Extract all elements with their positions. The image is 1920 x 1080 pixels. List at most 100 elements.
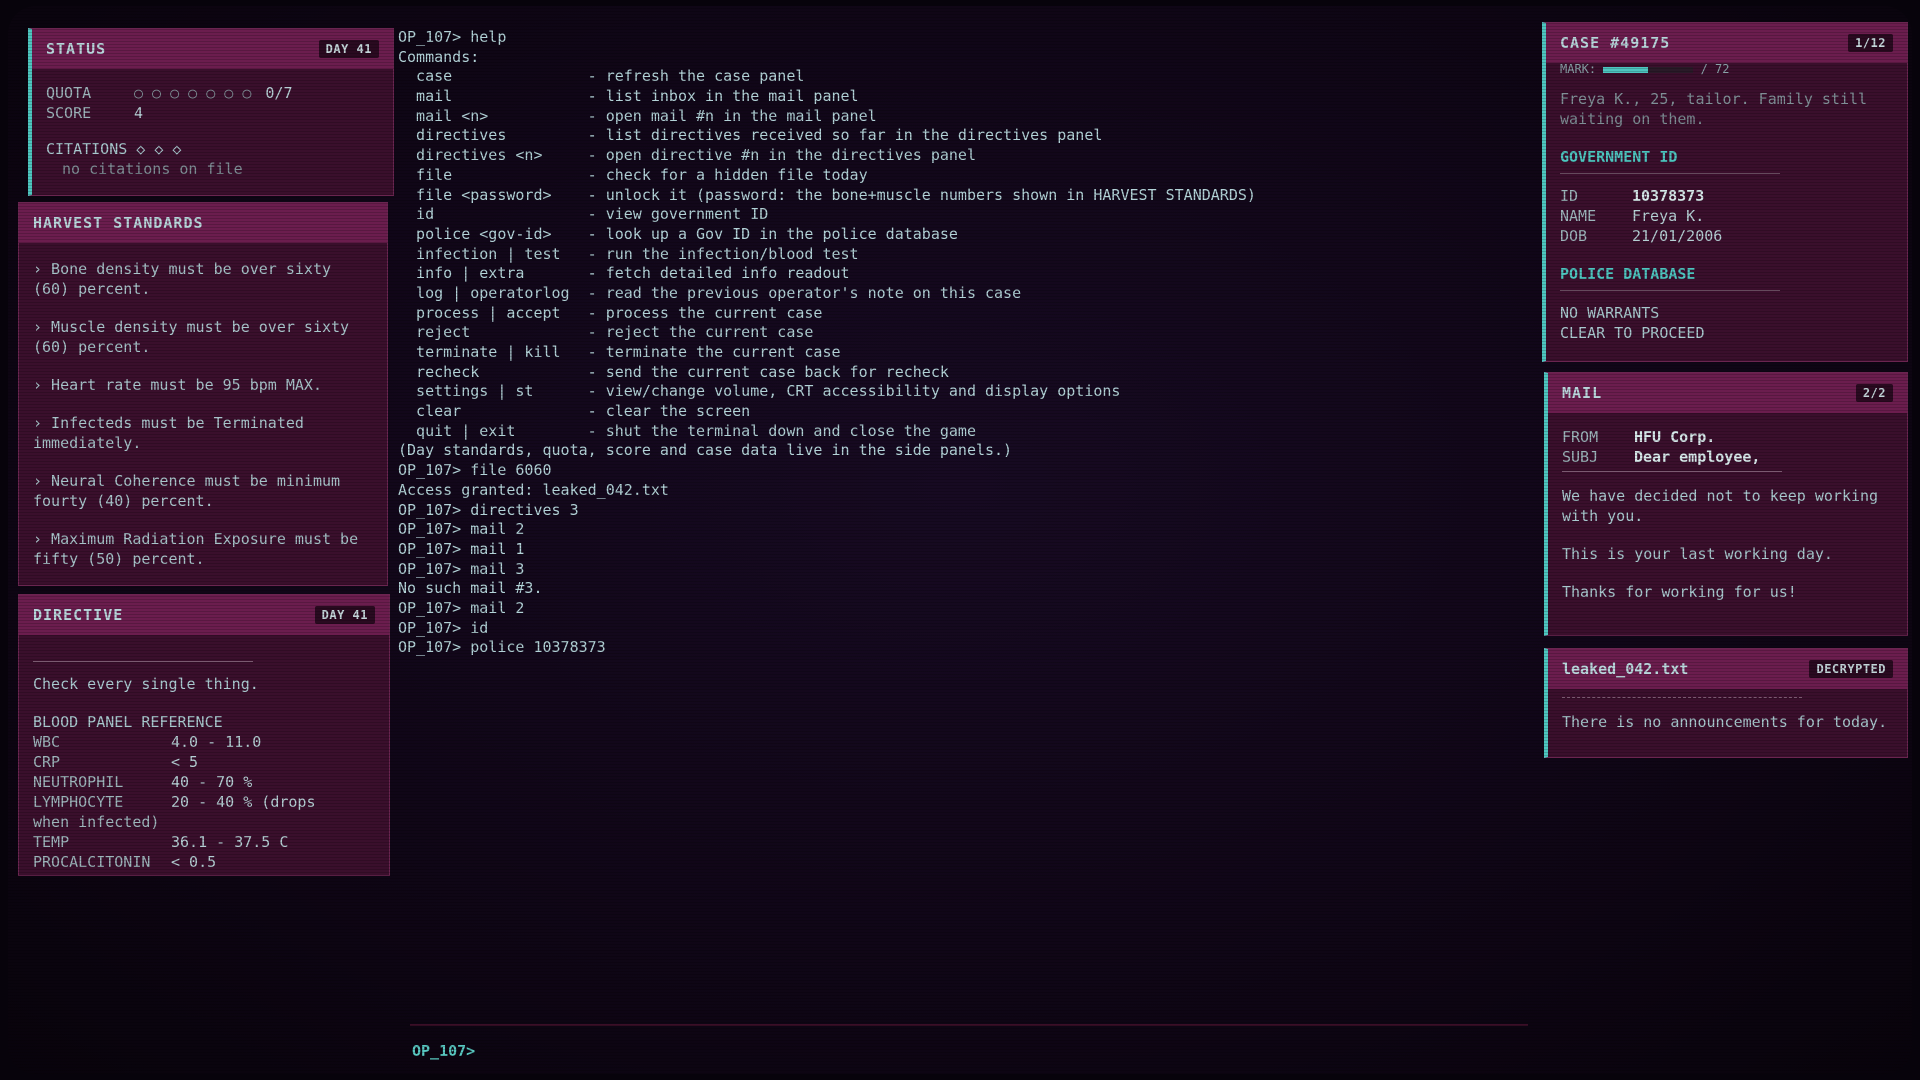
terminal-output: OP_107> help Commands: case - refresh the… xyxy=(398,28,1538,678)
divider xyxy=(1560,290,1780,291)
ref-row: PROCALCITONIN < 0.5 xyxy=(33,852,375,872)
directive-text: Check every single thing. xyxy=(33,675,259,693)
terminal-line: clear - clear the screen xyxy=(398,402,751,421)
directive-panel: DIRECTIVE DAY 41 Check every single thin… xyxy=(18,594,390,876)
terminal-line: OP_107> mail 1 xyxy=(398,539,525,558)
case-progress-suffix: / 72 xyxy=(1700,63,1730,75)
terminal-line: OP_107> mail 2 xyxy=(398,520,525,539)
quota-row: QUOTA ○ ○ ○ ○ ○ ○ ○ 0/7 xyxy=(46,83,379,103)
crt-screen: STATUS DAY 41 QUOTA ○ ○ ○ ○ ○ ○ ○ 0/7 SC… xyxy=(8,6,1912,1074)
terminal-line: (Day standards, quota, score and case da… xyxy=(398,441,1013,460)
terminal-line: OP_107> directives 3 xyxy=(398,500,579,519)
harvest-title: HARVEST STANDARDS xyxy=(33,214,204,232)
terminal-line: mail - list inbox in the mail panel xyxy=(398,87,859,106)
terminal-line: file <password> - unlock it (password: t… xyxy=(398,185,1256,204)
day-badge: DAY 41 xyxy=(314,606,375,624)
terminal-line: Access granted: leaked_042.txt xyxy=(398,480,669,499)
status-title: STATUS xyxy=(46,40,107,58)
dob-row: DOB 21/01/2006 xyxy=(1560,226,1893,246)
harvest-header: HARVEST STANDARDS xyxy=(19,203,387,243)
terminal-line: process | accept - process the current c… xyxy=(398,303,823,322)
terminal-line: file - check for a hidden file today xyxy=(398,165,868,184)
police-db-title: POLICE DATABASE xyxy=(1560,265,1696,283)
subj-value: Dear employee, xyxy=(1634,448,1761,466)
terminal-prompt[interactable]: OP_107> xyxy=(412,1042,475,1060)
ref-row: LYMPHOCYTE 20 - 40 % (drops xyxy=(33,792,375,812)
divider xyxy=(1562,471,1782,472)
ref-row: CRP < 5 xyxy=(33,752,375,772)
terminal-line: id - view government ID xyxy=(398,205,769,224)
leaked-file-title: leaked_042.txt xyxy=(1562,660,1689,678)
standard-item: › Heart rate must be 95 bpm MAX. xyxy=(33,376,322,394)
divider xyxy=(33,661,253,662)
quota-value: 0/7 xyxy=(265,84,293,102)
ref-value: 36.1 - 37.5 C xyxy=(171,833,289,851)
terminal-line: directives <n> - open directive #n in th… xyxy=(398,146,976,165)
terminal-line: directives - list directives received so… xyxy=(398,126,1103,145)
standard-item: › Infecteds must be Terminated immediate… xyxy=(33,414,304,452)
terminal-line: log | operatorlog - read the previous op… xyxy=(398,283,1022,302)
terminal-line: OP_107> id xyxy=(398,618,489,637)
ref-key: NEUTROPHIL xyxy=(33,773,124,791)
ref-key: PROCALCITONIN xyxy=(33,853,151,871)
terminal-line: case - refresh the case panel xyxy=(398,67,805,86)
ref-key: TEMP xyxy=(33,833,70,851)
leaked-file-text: There is no announcements for today. xyxy=(1562,713,1888,731)
ref-key: CRP xyxy=(33,753,61,771)
score-value: 4 xyxy=(134,104,144,122)
name-value: Freya K. xyxy=(1632,207,1705,225)
harvest-standards-panel: HARVEST STANDARDS › Bone density must be… xyxy=(18,202,388,586)
name-row: NAME Freya K. xyxy=(1560,206,1893,226)
police-status-2: CLEAR TO PROCEED xyxy=(1560,324,1705,342)
terminal-line: OP_107> mail 2 xyxy=(398,598,525,617)
ref-row: TEMP 36.1 - 37.5 C xyxy=(33,832,375,852)
mail-body-p2: This is your last working day. xyxy=(1562,545,1833,563)
citations-label: CITATIONS ◇ ◇ ◇ xyxy=(46,140,182,158)
decrypted-badge: DECRYPTED xyxy=(1809,660,1893,678)
name-label: NAME xyxy=(1560,207,1597,225)
status-header: STATUS DAY 41 xyxy=(32,29,393,69)
directive-header: DIRECTIVE DAY 41 xyxy=(19,595,389,635)
case-progress-label: MARK: xyxy=(1560,63,1597,75)
mail-counter: 2/2 xyxy=(1855,384,1893,402)
ref-row: WBC 4.0 - 11.0 xyxy=(33,732,375,752)
terminal-line: settings | st - view/change volume, CRT … xyxy=(398,382,1121,401)
mail-header: MAIL 2/2 xyxy=(1548,373,1907,413)
terminal-line: OP_107> file 6060 xyxy=(398,461,552,480)
ref-value: 40 - 70 % xyxy=(171,773,253,791)
mail-body-p3: Thanks for working for us! xyxy=(1562,583,1797,601)
from-row: FROM HFU Corp. xyxy=(1562,427,1893,447)
divider xyxy=(1560,173,1780,174)
score-label: SCORE xyxy=(46,104,92,122)
standard-item: › Bone density must be over sixty (60) p… xyxy=(33,260,332,298)
ref-row: NEUTROPHIL 40 - 70 % xyxy=(33,772,375,792)
directive-title: DIRECTIVE xyxy=(33,606,124,624)
leaked-file-header: leaked_042.txt DECRYPTED xyxy=(1548,649,1907,689)
terminal-line: terminate | kill - terminate the current… xyxy=(398,343,841,361)
terminal-line: OP_107> help xyxy=(398,28,507,46)
ref-value: 4.0 - 11.0 xyxy=(171,733,262,751)
standard-item: › Muscle density must be over sixty (60)… xyxy=(33,318,350,356)
terminal-line: reject - reject the current case xyxy=(398,323,814,342)
case-description: Freya K., 25, tailor. Family still waiti… xyxy=(1560,90,1868,128)
case-title: CASE #49175 xyxy=(1560,34,1671,52)
status-panel: STATUS DAY 41 QUOTA ○ ○ ○ ○ ○ ○ ○ 0/7 SC… xyxy=(28,28,394,196)
standard-item: › Maximum Radiation Exposure must be fif… xyxy=(33,530,359,568)
blood-panel-title: BLOOD PANEL REFERENCE xyxy=(33,713,223,731)
terminal-divider xyxy=(410,1024,1528,1026)
id-value: 10378373 xyxy=(1632,187,1705,205)
dob-label: DOB xyxy=(1560,227,1588,245)
citations-value: no citations on file xyxy=(62,160,243,178)
day-badge: DAY 41 xyxy=(318,40,379,58)
terminal-line: OP_107> mail 3 xyxy=(398,559,525,578)
ref-value: 20 - 40 % (drops xyxy=(171,793,316,811)
ref-value: < 0.5 xyxy=(171,853,217,871)
id-label: ID xyxy=(1560,187,1579,205)
terminal-line: OP_107> police 10378373 xyxy=(398,638,606,657)
quota-dots: ○ ○ ○ ○ ○ ○ ○ xyxy=(134,84,252,102)
police-status-1: NO WARRANTS xyxy=(1560,304,1660,322)
terminal-line: quit | exit - shut the terminal down and… xyxy=(398,421,976,440)
subj-row: SUBJ Dear employee, xyxy=(1562,447,1893,467)
case-progress-bar xyxy=(1603,66,1694,73)
case-panel: CASE #49175 1/12 MARK: / 72 Freya K., 25… xyxy=(1542,22,1908,362)
